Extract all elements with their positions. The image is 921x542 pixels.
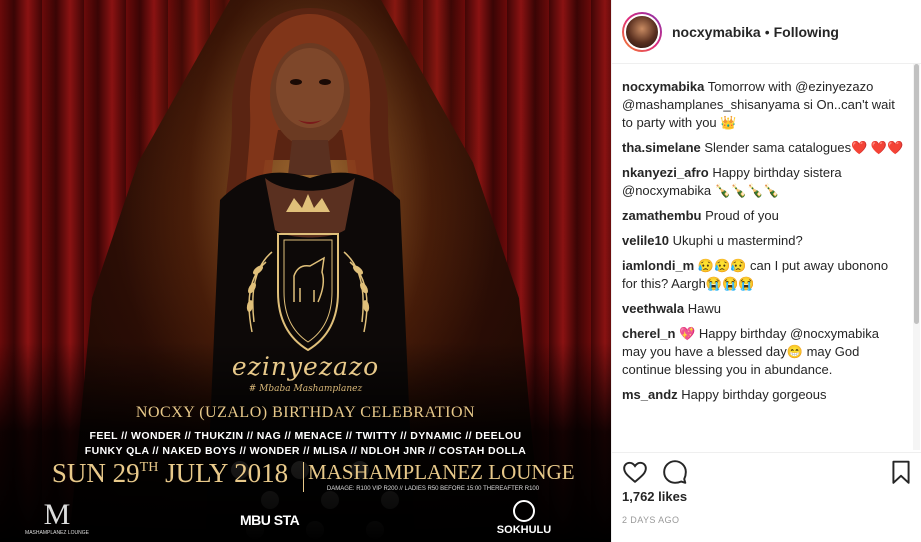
comment-text: Ukuphi u mastermind?	[669, 233, 803, 248]
likes-count[interactable]: 1,762 likes	[622, 489, 687, 504]
post-header: nocxymabika • Following	[612, 0, 921, 64]
comment-username[interactable]: veethwala	[622, 301, 684, 316]
bookmark-icon[interactable]	[888, 459, 914, 485]
event-prices: DAMAGE: R100 VIP R200 // LADIES R50 BEFO…	[326, 486, 540, 492]
comment: nkanyezi_afro Happy birthday sistera @no…	[622, 164, 904, 200]
heart-icon[interactable]	[622, 459, 648, 485]
comment-username[interactable]: nkanyezi_afro	[622, 165, 709, 180]
comment-username[interactable]: zamathembu	[622, 208, 701, 223]
comment-text: Slender sama catalogues❤️ ❤️❤️	[700, 140, 904, 155]
header-dot: •	[764, 23, 770, 40]
post-timestamp[interactable]: 2 DAYS AGO	[622, 515, 679, 525]
event-title: NOCXY (UZALO) BIRTHDAY CELEBRATION	[135, 404, 476, 421]
comment-text: Happy birthday gorgeous	[677, 387, 827, 402]
brand-subtitle: # Mbaba Mashamplanez	[248, 384, 363, 394]
date-divider	[303, 462, 304, 492]
comment-text: Proud of you	[701, 208, 779, 223]
comments-list: nocxymabika Tomorrow with @ezinyezazo @m…	[622, 78, 912, 438]
post-image[interactable]: ezinyezazo # Mbaba Mashamplanez NOCXY (U…	[0, 0, 611, 542]
post-sidebar: nocxymabika • Following nocxymabika Tomo…	[611, 0, 921, 542]
comment-username[interactable]: iamlondi_m	[622, 258, 694, 273]
event-venue: MASHAMPLANEZ LOUNGE	[308, 460, 575, 484]
brand-script: ezinyezazo	[231, 352, 380, 381]
crest-emblem	[246, 194, 370, 352]
sponsor-logo-m: M MASHAMPLANEZ LOUNGE	[25, 498, 89, 537]
comment-username[interactable]: cherel_n	[622, 326, 675, 341]
comment: ms_andz Happy birthday gorgeous	[622, 386, 904, 404]
comment: veethwala Hawu	[622, 300, 904, 318]
comment: velile10 Ukuphi u mastermind?	[622, 232, 904, 250]
comment-username[interactable]: ms_andz	[622, 387, 678, 402]
comment-username[interactable]: tha.simelane	[622, 140, 701, 155]
comment: cherel_n 💖 Happy birthday @nocxymabika m…	[622, 325, 904, 379]
scrollbar-thumb[interactable]	[914, 64, 919, 324]
comment: zamathembu Proud of you	[622, 207, 904, 225]
comment-text: Hawu	[684, 301, 722, 316]
sokhulu-emblem-icon	[513, 500, 535, 522]
comment-username[interactable]: nocxymabika	[622, 79, 704, 94]
comment-icon[interactable]	[662, 459, 688, 485]
event-date: SUN 29TH JULY 2018	[51, 458, 289, 488]
header-username[interactable]: nocxymabika	[672, 24, 761, 40]
following-button[interactable]: Following	[774, 24, 839, 40]
comment: tha.simelane Slender sama catalogues❤️ ❤…	[622, 139, 904, 157]
comment-caption: nocxymabika Tomorrow with @ezinyezazo @m…	[622, 78, 904, 132]
action-bar	[612, 452, 921, 488]
comments-scrollbar[interactable]	[913, 64, 920, 450]
sponsor-logo-mbusta: MBU STA	[240, 512, 300, 528]
avatar[interactable]	[622, 11, 662, 52]
sponsor-logo-sokhulu: SOKHULU	[494, 500, 554, 536]
lineup-line-2: FUNKY QLA // NAKED BOYS // WONDER // MLI…	[84, 445, 527, 457]
comment-username[interactable]: velile10	[622, 233, 669, 248]
comment: iamlondi_m 😥😥😥 can I put away ubonono fo…	[622, 257, 904, 293]
lineup-line-1: FEEL // WONDER // THUKZIN // NAG // MENA…	[89, 430, 522, 442]
